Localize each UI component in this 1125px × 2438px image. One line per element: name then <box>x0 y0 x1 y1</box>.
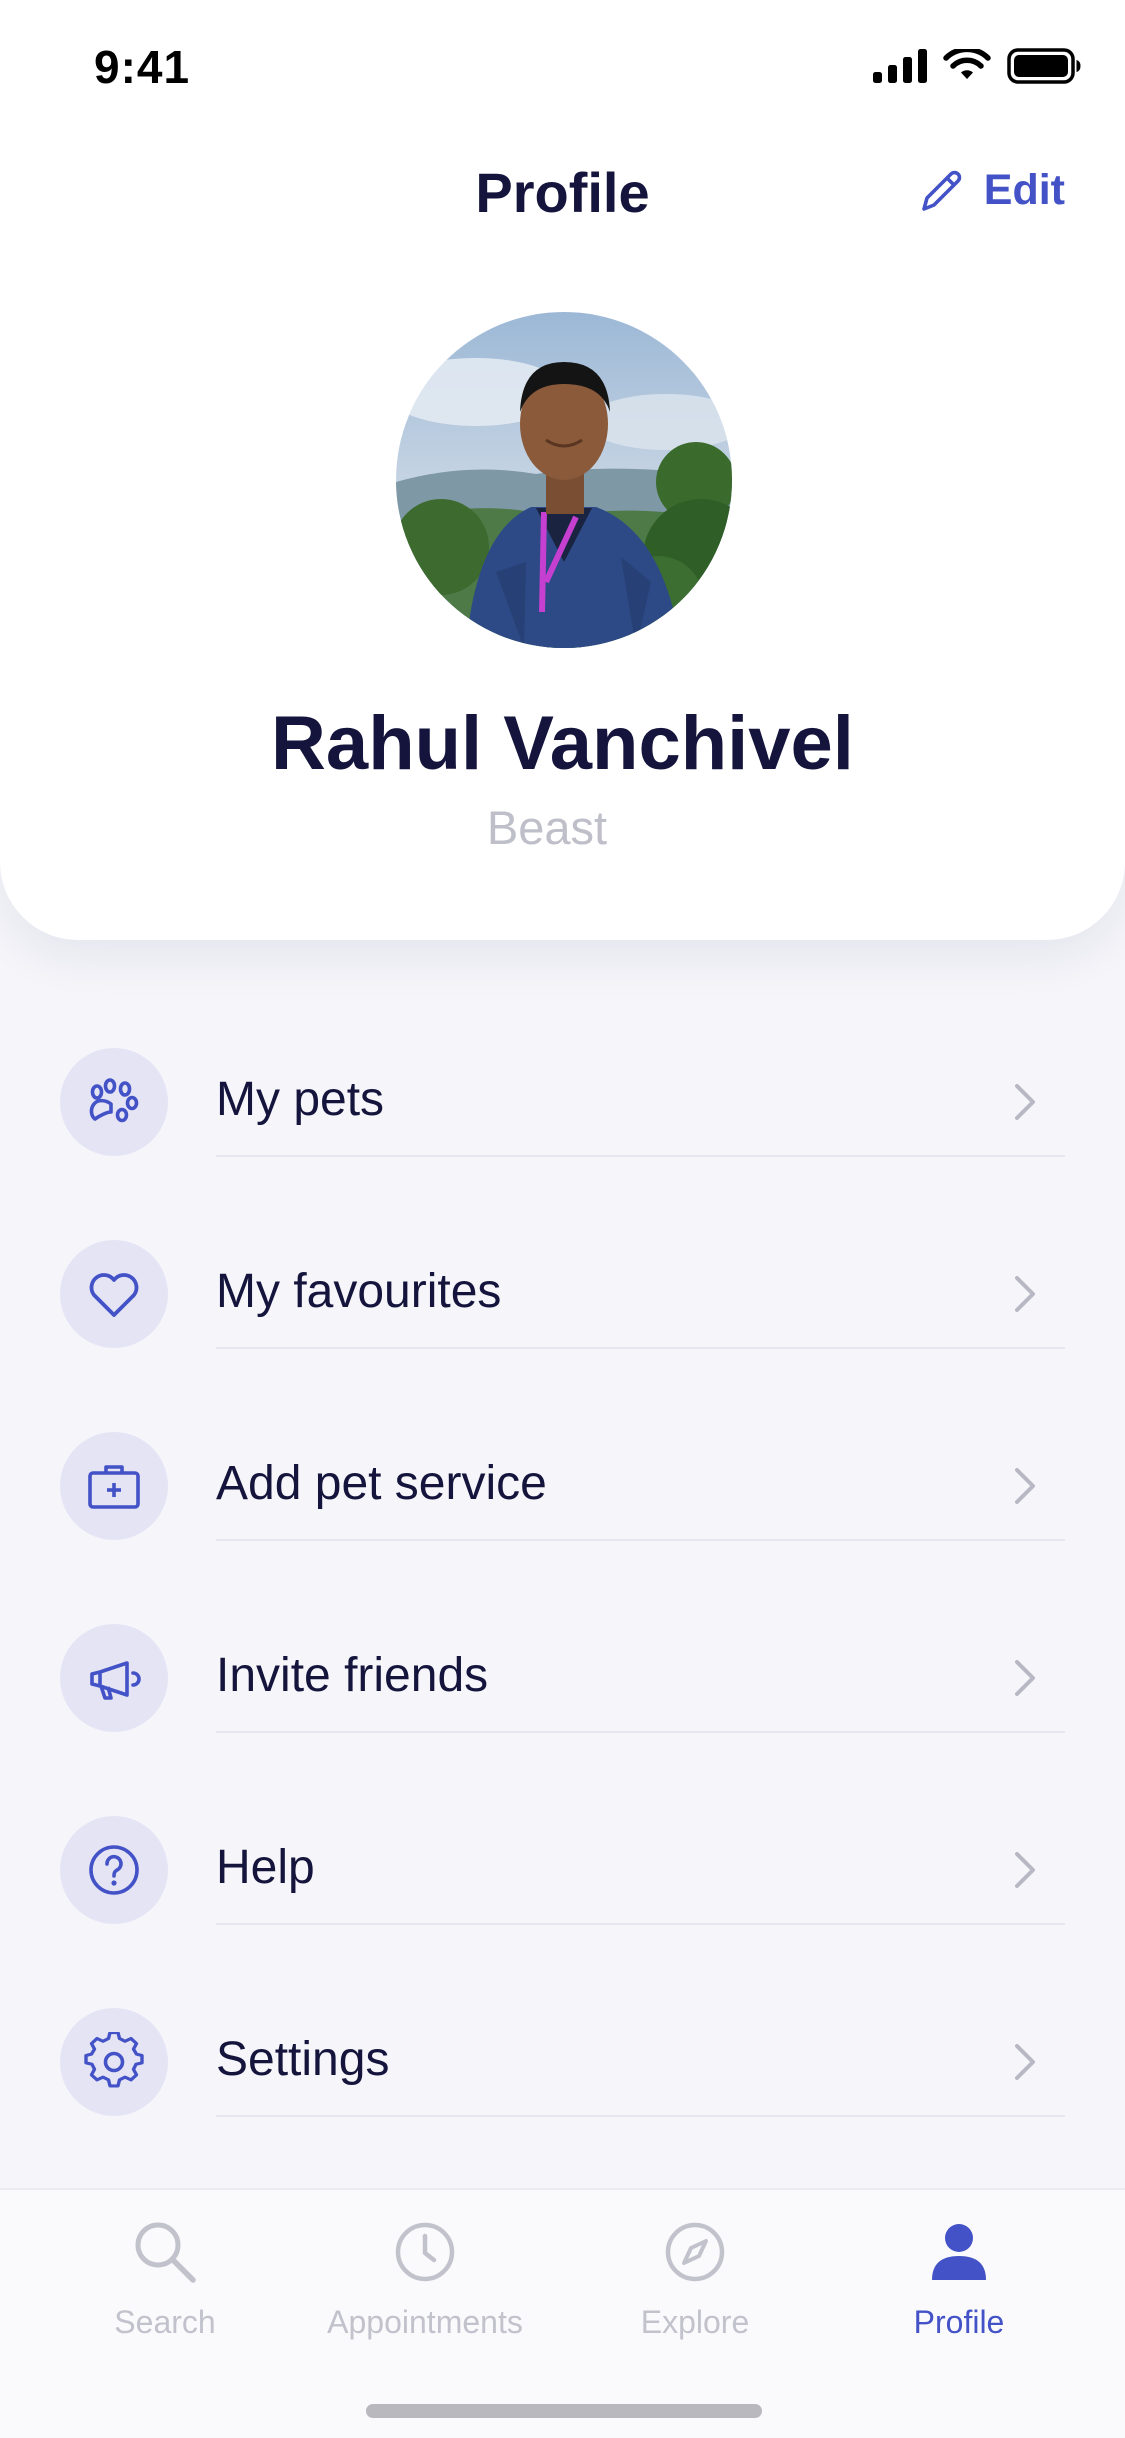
home-indicator <box>366 2404 762 2418</box>
menu-item-label: Help <box>216 1841 315 1894</box>
search-icon <box>135 2222 196 2283</box>
menu-item-label: Add pet service <box>216 1457 547 1510</box>
menu-item-label: Invite friends <box>216 1649 489 1702</box>
status-icons <box>873 48 1081 84</box>
clock-icon <box>395 2222 455 2282</box>
edit-label: Edit <box>983 166 1065 214</box>
gear-icon <box>84 2032 144 2088</box>
gear-icon-circle <box>60 2008 168 2116</box>
menu-item-label: My pets <box>216 1073 385 1126</box>
divider <box>216 1539 1065 1541</box>
tab-label: Explore <box>640 2304 750 2340</box>
cellular-signal-icon <box>873 49 927 83</box>
compass-icon <box>665 2222 725 2282</box>
tab-search[interactable]: Search <box>90 2216 240 2366</box>
divider <box>216 1347 1065 1349</box>
tab-icon <box>929 2216 989 2288</box>
tab-icon <box>663 2216 727 2288</box>
divider <box>216 1923 1065 1925</box>
menu-item-settings[interactable]: Settings <box>0 1960 1125 2152</box>
divider <box>216 1155 1065 1157</box>
help-circle-icon-circle <box>60 1816 168 1924</box>
tab-appointments[interactable]: Appointments <box>300 2216 550 2366</box>
menu-item-help[interactable]: Help <box>0 1768 1125 1960</box>
tab-icon <box>131 2216 199 2288</box>
profile-header-card: 9:41 Profile Edit Rahul Vanchivel Beast <box>0 0 1125 940</box>
tab-label: Search <box>114 2304 216 2340</box>
avatar[interactable] <box>396 312 732 648</box>
medical-kit-icon-circle <box>60 1432 168 1540</box>
tab-icon <box>393 2216 457 2288</box>
pencil-icon <box>921 170 962 211</box>
status-time: 9:41 <box>94 41 191 93</box>
heart-icon-circle <box>60 1240 168 1348</box>
medical-kit-icon <box>88 1465 140 1509</box>
megaphone-icon <box>90 1661 141 1700</box>
edit-button[interactable]: Edit <box>918 166 1065 215</box>
profile-name: Rahul Vanchivel <box>271 701 854 786</box>
heart-icon <box>89 1273 139 1317</box>
tab-bar: Search Appointments Explore Profile <box>0 2188 1125 2438</box>
tab-label: Profile <box>913 2304 1005 2340</box>
tab-label: Appointments <box>327 2304 523 2340</box>
megaphone-icon-circle <box>60 1624 168 1732</box>
menu-list: My pets My favourites Add pet service In… <box>0 1000 1125 2152</box>
chevron-right-icon <box>1015 1084 1035 1120</box>
menu-item-my-pets[interactable]: My pets <box>0 1000 1125 1192</box>
chevron-right-icon <box>1015 1276 1035 1312</box>
menu-item-my-favourites[interactable]: My favourites <box>0 1192 1125 1384</box>
menu-item-invite-friends[interactable]: Invite friends <box>0 1576 1125 1768</box>
avatar-photo <box>396 312 732 648</box>
menu-item-add-pet-service[interactable]: Add pet service <box>0 1384 1125 1576</box>
tab-profile[interactable]: Profile <box>884 2216 1034 2366</box>
tab-explore[interactable]: Explore <box>620 2216 770 2366</box>
chevron-right-icon <box>1015 1660 1035 1696</box>
chevron-right-icon <box>1015 2044 1035 2080</box>
menu-item-label: My favourites <box>216 1265 502 1318</box>
divider <box>216 2115 1065 2117</box>
wifi-icon <box>943 49 991 79</box>
help-circle-icon <box>89 1845 139 1895</box>
chevron-right-icon <box>1015 1468 1035 1504</box>
paw-icon-circle <box>60 1048 168 1156</box>
paw-icon <box>89 1078 139 1123</box>
person-icon <box>932 2224 986 2280</box>
divider <box>216 1731 1065 1733</box>
profile-subtitle: Beast <box>486 801 608 854</box>
chevron-right-icon <box>1015 1852 1035 1888</box>
menu-item-label: Settings <box>216 2033 390 2086</box>
battery-icon <box>1007 48 1081 84</box>
